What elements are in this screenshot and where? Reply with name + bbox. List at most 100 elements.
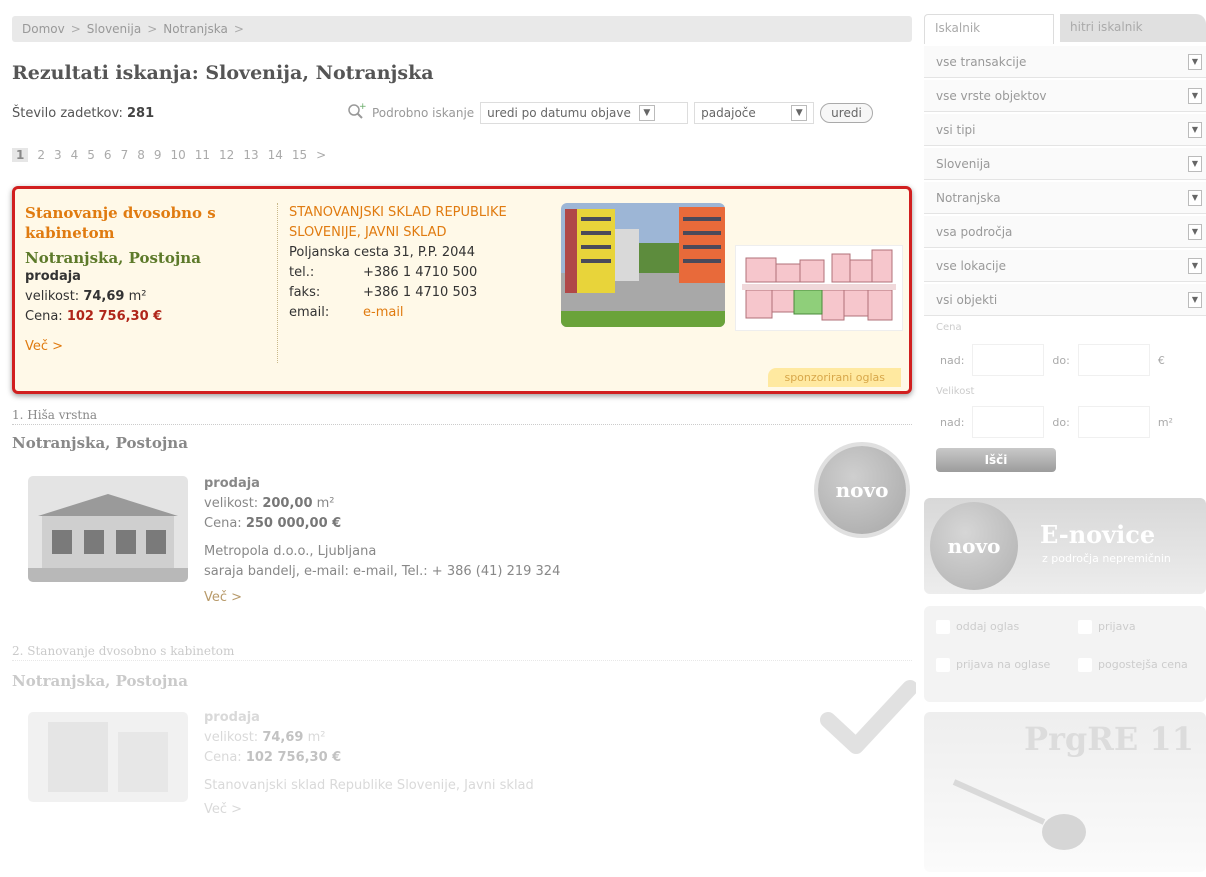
- chevron-down-icon: ▼: [1188, 223, 1202, 240]
- page-link[interactable]: 6: [104, 148, 112, 162]
- link-label: prijava: [1098, 620, 1136, 633]
- page-link[interactable]: 2: [37, 148, 45, 162]
- size-value: 74,69: [83, 289, 125, 304]
- promo-banner[interactable]: PrgRE 11: [924, 712, 1206, 872]
- size-unit: m²: [1157, 415, 1173, 429]
- quick-links: oddaj oglas prijava prijava na oglase po…: [924, 606, 1206, 702]
- sort-select[interactable]: uredi po datumu objave ▼: [480, 102, 689, 124]
- link-label: oddaj oglas: [956, 620, 1020, 633]
- page-link-current[interactable]: 1: [12, 148, 29, 162]
- tab-search[interactable]: Iskalnik: [924, 14, 1054, 44]
- search-button[interactable]: Išči: [936, 448, 1056, 472]
- listing-contact: saraja bandelj, e-mail: e-mail, Tel.: + …: [204, 564, 561, 579]
- filter-area[interactable]: vsa področja ▼: [924, 216, 1206, 248]
- more-link[interactable]: Več >: [25, 339, 265, 354]
- price-range: nad: do: €: [924, 342, 1206, 378]
- size-legend: Velikost: [936, 386, 975, 397]
- enovice-banner[interactable]: novo E-novice z področja nepremičnin: [924, 498, 1206, 594]
- page-link[interactable]: 14: [268, 148, 283, 162]
- listing-header[interactable]: 2. Stanovanje dvosobno s kabinetom: [12, 644, 912, 661]
- building-thumbnail[interactable]: [28, 712, 188, 802]
- advanced-search-link[interactable]: Podrobno iskanje: [372, 106, 474, 120]
- listing-location: Notranjska, Postojna: [12, 672, 188, 690]
- floor-plan-image[interactable]: [735, 245, 903, 331]
- listing-details: prodaja velikost: 200,00 m² Cena: 250 00…: [204, 474, 560, 608]
- price-value: 102 756,30 €: [245, 750, 342, 765]
- page-title: Rezultati iskanja: Slovenija, Notranjska: [12, 62, 434, 84]
- listing-type: prodaja: [204, 476, 260, 491]
- building-photo[interactable]: [561, 203, 725, 327]
- page-link[interactable]: 8: [137, 148, 145, 162]
- new-badge: novo: [930, 502, 1018, 590]
- page-link[interactable]: 10: [170, 148, 185, 162]
- page-link[interactable]: 4: [71, 148, 79, 162]
- sponsored-title[interactable]: Stanovanje dvosobno s kabinetom: [25, 203, 265, 243]
- sponsored-size: velikost: 74,69 m²: [25, 287, 265, 307]
- more-link[interactable]: Več >: [204, 800, 534, 820]
- listing-size: velikost: 200,00 m²: [204, 494, 560, 514]
- page-link[interactable]: 9: [154, 148, 162, 162]
- price-from-input[interactable]: [972, 344, 1045, 376]
- page-link[interactable]: 3: [54, 148, 62, 162]
- page-link[interactable]: 11: [195, 148, 210, 162]
- page-link[interactable]: 7: [121, 148, 129, 162]
- listing-header[interactable]: 1. Hiša vrstna: [12, 408, 912, 425]
- link-label: prijava na oglase: [956, 658, 1051, 671]
- size-unit: m²: [316, 496, 335, 511]
- filter-country[interactable]: Slovenija ▼: [924, 148, 1206, 180]
- sponsored-listing[interactable]: Stanovanje dvosobno s kabinetom Notranjs…: [12, 186, 912, 394]
- order-select[interactable]: padajoče ▼: [694, 102, 815, 124]
- chevron-down-icon: ▼: [1188, 53, 1202, 70]
- price-to-input[interactable]: [1077, 344, 1150, 376]
- breadcrumb-region[interactable]: Notranjska: [163, 22, 228, 36]
- filter-region[interactable]: Notranjska ▼: [924, 182, 1206, 214]
- price-to-label: do:: [1052, 353, 1070, 367]
- sort-toolbar: + Podrobno iskanje uredi po datumu objav…: [346, 98, 873, 128]
- next-page-link[interactable]: >: [316, 148, 326, 162]
- filter-transaction[interactable]: vse transakcije ▼: [924, 46, 1206, 78]
- document-icon: [936, 620, 950, 634]
- size-label: velikost:: [204, 496, 259, 511]
- breadcrumb-home[interactable]: Domov: [22, 22, 65, 36]
- price-label: Cena:: [204, 750, 242, 765]
- more-link[interactable]: Več >: [204, 588, 560, 608]
- order-select-value: padajoče: [701, 106, 756, 120]
- page-link[interactable]: 12: [219, 148, 234, 162]
- link-average-price[interactable]: pogostejša cena: [1078, 658, 1198, 672]
- user-icon: [1078, 620, 1092, 634]
- listing-agency: Metropola d.o.o., Ljubljana: [204, 544, 377, 559]
- page-link[interactable]: 5: [87, 148, 95, 162]
- link-post-ad[interactable]: oddaj oglas: [936, 620, 1019, 634]
- page-link[interactable]: 13: [243, 148, 258, 162]
- sponsored-email: email: e-mail: [289, 303, 539, 323]
- filter-location[interactable]: vse lokacije ▼: [924, 250, 1206, 282]
- size-to-label: do:: [1052, 415, 1070, 429]
- email-link[interactable]: e-mail: [363, 303, 404, 323]
- filter-value: Slovenija: [936, 156, 991, 171]
- size-from-input[interactable]: [972, 406, 1045, 438]
- sponsored-agency[interactable]: STANOVANJSKI SKLAD REPUBLIKE SLOVENIJE, …: [289, 203, 539, 243]
- listing-price: Cena: 250 000,00 €: [204, 514, 560, 534]
- filter-type[interactable]: vsi tipi ▼: [924, 114, 1206, 146]
- house-photo[interactable]: [28, 476, 188, 582]
- email-label: email:: [289, 305, 330, 320]
- filter-objects[interactable]: vsi objekti ▼: [924, 284, 1206, 316]
- sort-button[interactable]: uredi: [820, 103, 873, 123]
- link-label: pogostejša cena: [1098, 658, 1188, 671]
- tab-quick-search[interactable]: hitri iskalnik: [1060, 14, 1206, 42]
- magnifier-plus-icon[interactable]: +: [346, 102, 367, 124]
- chevron-down-icon: ▼: [1188, 87, 1202, 104]
- price-label: Cena:: [204, 516, 242, 531]
- chevron-down-icon: ▼: [1188, 121, 1202, 138]
- size-to-input[interactable]: [1077, 406, 1150, 438]
- breadcrumb-country[interactable]: Slovenija: [87, 22, 141, 36]
- listing-agency: Stanovanjski sklad Republike Slovenije, …: [204, 778, 534, 793]
- page-link[interactable]: 15: [292, 148, 307, 162]
- link-login[interactable]: prijava: [1078, 620, 1136, 634]
- fax-label: faks:: [289, 285, 321, 300]
- enovice-title: E-novice: [1040, 520, 1156, 549]
- fax-value: +386 1 4710 503: [363, 285, 478, 300]
- filter-object-kind[interactable]: vse vrste objektov ▼: [924, 80, 1206, 112]
- listing-location: Notranjska, Postojna: [12, 434, 188, 452]
- link-subscribe-ads[interactable]: prijava na oglase: [936, 658, 1056, 672]
